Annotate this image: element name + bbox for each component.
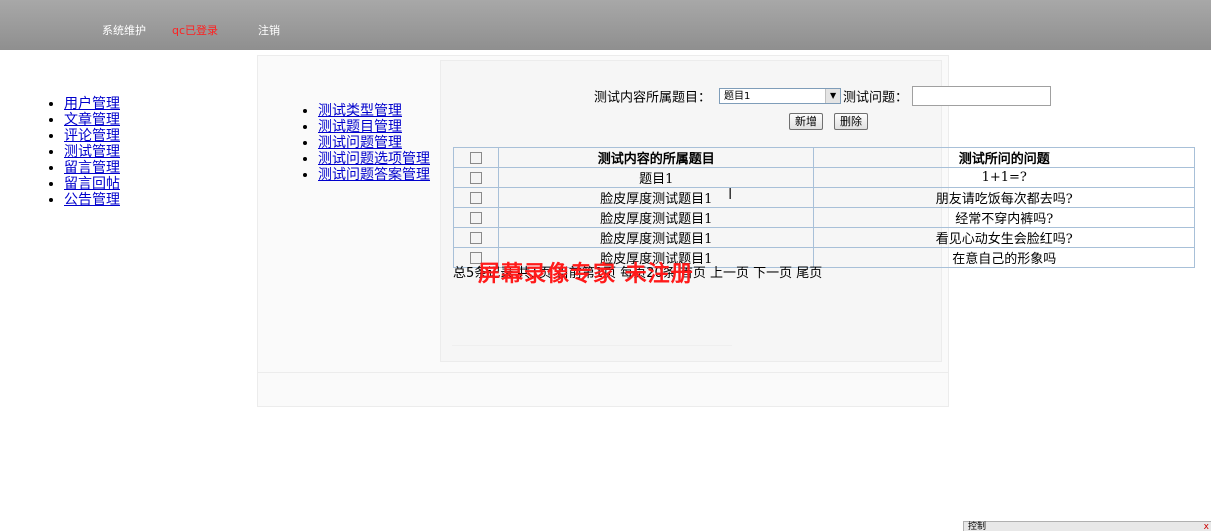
menu-link[interactable]: 用户管理: [64, 96, 120, 112]
top-bar: 系统维护 qc已登录 注销: [0, 0, 1211, 50]
ghost-line: [452, 345, 732, 346]
last-page-link[interactable]: 尾页: [796, 266, 822, 281]
menu-link[interactable]: 留言管理: [64, 160, 120, 176]
test-sub-menu: 测试类型管理 测试题目管理 测试问题管理 测试问题选项管理 测试问题答案管理: [302, 103, 430, 183]
control-panel[interactable]: 控制 x: [963, 521, 1211, 532]
menu-link[interactable]: 评论管理: [64, 128, 120, 144]
logout-link[interactable]: 注销: [258, 22, 280, 38]
menu-item-users: 用户管理: [64, 96, 120, 112]
table-row: 脸皮厚度测试题目1 经常不穿内裤吗?: [453, 207, 1195, 228]
add-button[interactable]: 新增: [789, 113, 823, 130]
column-header: 测试所问的问题: [813, 147, 1195, 168]
row-checkbox[interactable]: [469, 211, 482, 224]
ghost-footer: [257, 372, 949, 407]
menu-link[interactable]: 公告管理: [64, 192, 120, 208]
question-table: 测试内容的所属题目 测试所问的问题 题目1 1+1=? 脸皮厚度测试题目1 朋友…: [453, 147, 1195, 268]
row-checkbox[interactable]: [469, 171, 482, 184]
row-checkbox[interactable]: [469, 231, 482, 244]
submenu-item-answers: 测试问题答案管理: [318, 167, 430, 183]
table-row: 脸皮厚度测试题目1 看见心动女生会脸红吗?: [453, 227, 1195, 248]
column-header: 测试内容的所属题目: [497, 147, 815, 168]
table-cell: 看见心动女生会脸红吗?: [813, 227, 1195, 248]
submenu-item-topics: 测试题目管理: [318, 119, 430, 135]
question-label: 测试问题：: [843, 90, 909, 106]
menu-item-replies: 留言回帖: [64, 176, 120, 192]
table-header-row: 测试内容的所属题目 测试所问的问题: [453, 147, 1195, 168]
question-input[interactable]: [912, 86, 1052, 106]
menu-item-comments: 评论管理: [64, 128, 120, 144]
chevron-down-icon[interactable]: ▼: [825, 89, 841, 103]
menu-item-tests: 测试管理: [64, 144, 120, 160]
left-menu: 用户管理 文章管理 评论管理 测试管理 留言管理 留言回帖 公告管理: [48, 96, 120, 208]
submenu-link[interactable]: 测试题目管理: [318, 119, 402, 135]
menu-item-articles: 文章管理: [64, 112, 120, 128]
submenu-item-options: 测试问题选项管理: [318, 151, 430, 167]
text-cursor-icon: I: [728, 185, 733, 203]
row-checkbox[interactable]: [469, 191, 482, 204]
delete-button[interactable]: 删除: [834, 113, 868, 130]
system-maintenance-link[interactable]: 系统维护: [102, 22, 146, 38]
topic-select-value: 题目1: [724, 91, 751, 102]
login-status: qc已登录: [172, 24, 219, 37]
table-cell: 在意自己的形象吗: [813, 247, 1195, 268]
table-cell: 脸皮厚度测试题目1: [497, 207, 815, 228]
submenu-link[interactable]: 测试类型管理: [318, 103, 402, 119]
submenu-link[interactable]: 测试问题选项管理: [318, 151, 430, 167]
table-cell: 脸皮厚度测试题目1: [497, 227, 815, 248]
menu-item-messages: 留言管理: [64, 160, 120, 176]
select-all-checkbox[interactable]: [469, 151, 482, 164]
submenu-item-types: 测试类型管理: [318, 103, 430, 119]
select-all-cell: [453, 147, 499, 168]
table-row: 脸皮厚度测试题目1 朋友请吃饭每次都去吗?: [453, 187, 1195, 208]
menu-link[interactable]: 文章管理: [64, 112, 120, 128]
submenu-item-questions: 测试问题管理: [318, 135, 430, 151]
table-cell: 1+1=?: [813, 167, 1195, 188]
unregistered-watermark: 屏幕录像专家 未注册: [478, 261, 694, 287]
filter-form: 测试内容所属题目： 题目1 ▼ 测试问题：: [594, 86, 1052, 106]
topic-select[interactable]: 题目1 ▼: [719, 88, 842, 104]
table-cell: 朋友请吃饭每次都去吗?: [813, 187, 1195, 208]
table-row: 题目1 1+1=?: [453, 167, 1195, 188]
menu-item-notices: 公告管理: [64, 192, 120, 208]
table-cell: 经常不穿内裤吗?: [813, 207, 1195, 228]
topic-label: 测试内容所属题目：: [594, 90, 712, 106]
submenu-link[interactable]: 测试问题答案管理: [318, 167, 430, 183]
menu-link[interactable]: 留言回帖: [64, 176, 120, 192]
menu-link[interactable]: 测试管理: [64, 144, 120, 160]
submenu-link[interactable]: 测试问题管理: [318, 135, 402, 151]
table-cell: 题目1: [497, 167, 815, 188]
table-cell: 脸皮厚度测试题目1: [497, 187, 815, 208]
